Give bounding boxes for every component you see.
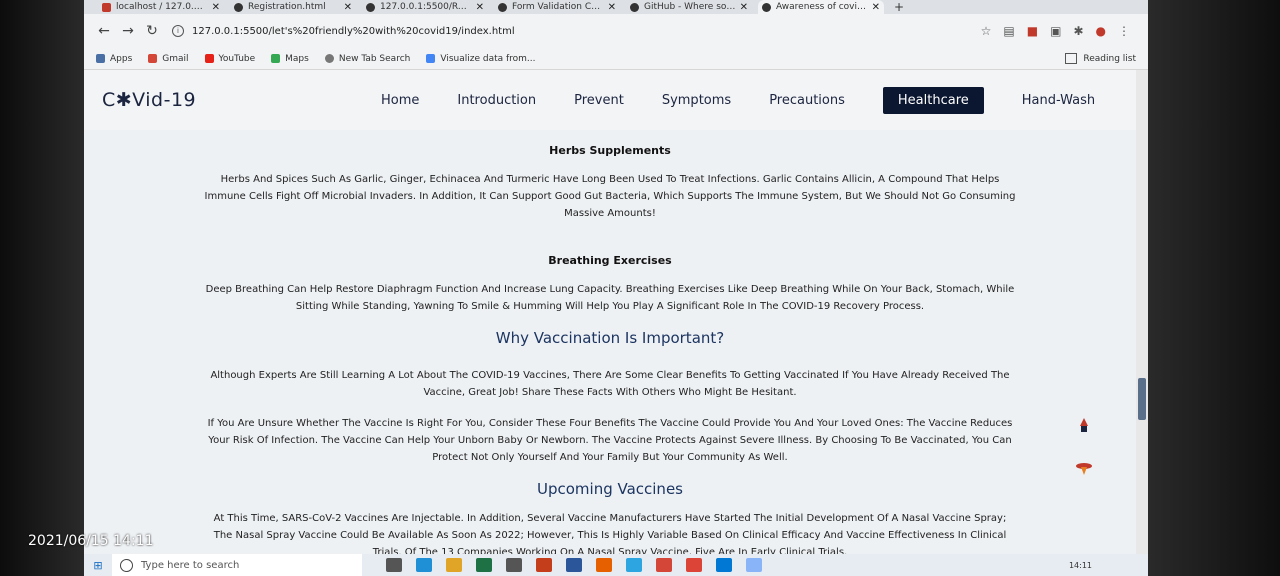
bookmark-apps[interactable]: Apps — [96, 54, 132, 64]
bookmark-gmail[interactable]: Gmail — [148, 54, 189, 64]
tab-awareness[interactable]: Awareness of covid-19 ✕ — [758, 0, 884, 14]
nav-introduction[interactable]: Introduction — [457, 93, 536, 108]
nav-prevent[interactable]: Prevent — [574, 93, 624, 108]
close-icon[interactable]: ✕ — [608, 2, 616, 13]
bookmarks-bar: Apps Gmail YouTube Maps New Tab Search V… — [84, 48, 1148, 70]
reload-button[interactable]: ↻ — [142, 23, 162, 39]
url-input[interactable]: i 127.0.0.1:5500/let's%20friendly%20with… — [172, 19, 981, 43]
herbs-text: Herbs And Spices Such As Garlic, Ginger,… — [204, 174, 1016, 219]
database-icon — [102, 2, 111, 12]
extension-icon[interactable]: ■ — [1027, 24, 1038, 38]
vscode-icon[interactable] — [716, 558, 732, 572]
tab-github[interactable]: GitHub - Where softw ✕ — [626, 0, 752, 14]
globe-icon — [762, 2, 771, 12]
close-icon[interactable]: ✕ — [476, 2, 484, 13]
herbs-title: Herbs Supplements — [549, 144, 671, 157]
app-icon[interactable] — [746, 558, 762, 572]
main-content: Herbs Supplements Herbs And Spices Such … — [84, 130, 1136, 554]
tab-localhost[interactable]: localhost / 127.0.0.1 /✕ — [98, 0, 224, 14]
taskbar-clock: 14:11 — [1068, 560, 1092, 570]
tab-strip: localhost / 127.0.0.1 /✕ Registration.ht… — [84, 0, 1148, 14]
github-icon — [630, 2, 639, 12]
maps-icon — [271, 54, 281, 63]
nav-links: Home Introduction Prevent Symptoms Preca… — [362, 86, 1114, 114]
bookmark-maps[interactable]: Maps — [271, 54, 309, 64]
task-view-icon[interactable] — [386, 558, 402, 572]
file-explorer-icon[interactable] — [446, 558, 462, 572]
close-icon[interactable]: ✕ — [344, 2, 352, 13]
upcoming-heading: Upcoming Vaccines — [536, 480, 683, 498]
bookmark-new-tab-search[interactable]: New Tab Search — [324, 54, 410, 64]
telegram-icon[interactable] — [626, 558, 642, 572]
close-icon[interactable]: ✕ — [740, 2, 748, 13]
reading-list-button[interactable]: Reading list — [1065, 53, 1136, 64]
bookmark-youtube[interactable]: YouTube — [204, 54, 255, 64]
extension-icon[interactable]: ▤ — [1003, 24, 1014, 38]
site-logo[interactable]: C✱Vid-19 — [102, 89, 362, 111]
excel-icon[interactable] — [476, 558, 492, 572]
browser-window: localhost / 127.0.0.1 /✕ Registration.ht… — [84, 0, 1148, 576]
store-icon[interactable] — [506, 558, 522, 572]
puzzle-icon[interactable]: ✱ — [1073, 24, 1083, 38]
word-icon[interactable] — [566, 558, 582, 572]
web-page: C✱Vid-19 Home Introduction Prevent Sympt… — [84, 70, 1136, 554]
reading-list-icon — [1065, 53, 1078, 64]
vaccination-text-1: Although Experts Are Still Learning A Lo… — [210, 370, 1010, 398]
monitor-bezel-left — [0, 0, 84, 576]
tab-registr[interactable]: 127.0.0.1:5500/Registr✕ — [362, 0, 488, 14]
extension-icon[interactable]: ▣ — [1050, 24, 1061, 38]
windows-start-icon[interactable]: ⊞ — [84, 559, 112, 572]
search-icon — [324, 54, 334, 63]
nav-home[interactable]: Home — [381, 93, 419, 108]
youtube-icon — [204, 54, 214, 63]
mail-icon[interactable] — [656, 558, 672, 572]
monitor-bezel-right — [1148, 0, 1280, 576]
vaccination-text-2: If You Are Unsure Whether The Vaccine Is… — [207, 418, 1013, 463]
nav-precautions[interactable]: Precautions — [769, 93, 845, 108]
grid-icon — [96, 54, 105, 63]
close-icon[interactable]: ✕ — [212, 2, 220, 13]
scrollbar-thumb[interactable] — [1138, 378, 1146, 420]
scrollbar[interactable] — [1136, 70, 1148, 554]
address-bar: ← → ↻ i 127.0.0.1:5500/let's%20friendly%… — [84, 14, 1148, 48]
gmail-icon — [148, 54, 158, 63]
rocket-icon[interactable] — [1074, 418, 1094, 478]
nav-healthcare[interactable]: Healthcare — [882, 86, 984, 114]
globe-icon — [366, 2, 375, 12]
globe-icon — [234, 2, 243, 12]
taskbar-search-input[interactable]: Type here to search — [112, 554, 362, 576]
code-icon — [426, 54, 436, 63]
bookmark-visualize[interactable]: Visualize data from... — [426, 54, 536, 64]
windows-taskbar: ⊞ Type here to search 14:11 — [84, 554, 1148, 576]
photo-timestamp: 2021/06/15 14:11 — [28, 533, 154, 549]
upcoming-text: At This Time, SARS-CoV-2 Vaccines Are In… — [213, 513, 1007, 554]
menu-icon[interactable]: ⋮ — [1118, 24, 1130, 38]
chrome-icon[interactable] — [686, 558, 702, 572]
nav-symptoms[interactable]: Symptoms — [662, 93, 731, 108]
avatar[interactable]: ● — [1096, 24, 1106, 38]
taskbar-apps — [386, 558, 762, 572]
tab-registration[interactable]: Registration.html ✕ — [230, 0, 356, 14]
nav-hand-wash[interactable]: Hand-Wash — [1022, 93, 1095, 108]
breathing-title: Breathing Exercises — [548, 254, 672, 267]
vaccination-heading: Why Vaccination Is Important? — [495, 329, 725, 347]
info-icon[interactable]: i — [172, 25, 184, 37]
breathing-text: Deep Breathing Can Help Restore Diaphrag… — [205, 284, 1015, 312]
powerpoint-icon[interactable] — [536, 558, 552, 572]
site-navbar: C✱Vid-19 Home Introduction Prevent Sympt… — [84, 70, 1136, 130]
extensions-area: ☆ ▤ ■ ▣ ✱ ● ⋮ — [981, 24, 1130, 38]
forward-button[interactable]: → — [118, 23, 138, 39]
edge-icon[interactable] — [416, 558, 432, 572]
new-tab-button[interactable]: + — [894, 0, 904, 14]
firefox-icon[interactable] — [596, 558, 612, 572]
star-icon[interactable]: ☆ — [981, 24, 992, 38]
close-icon[interactable]: ✕ — [872, 2, 880, 13]
search-icon — [120, 558, 133, 572]
back-button[interactable]: ← — [94, 23, 114, 39]
tab-form-validation[interactable]: Form Validation Contr ✕ — [494, 0, 620, 14]
globe-icon — [498, 2, 507, 12]
